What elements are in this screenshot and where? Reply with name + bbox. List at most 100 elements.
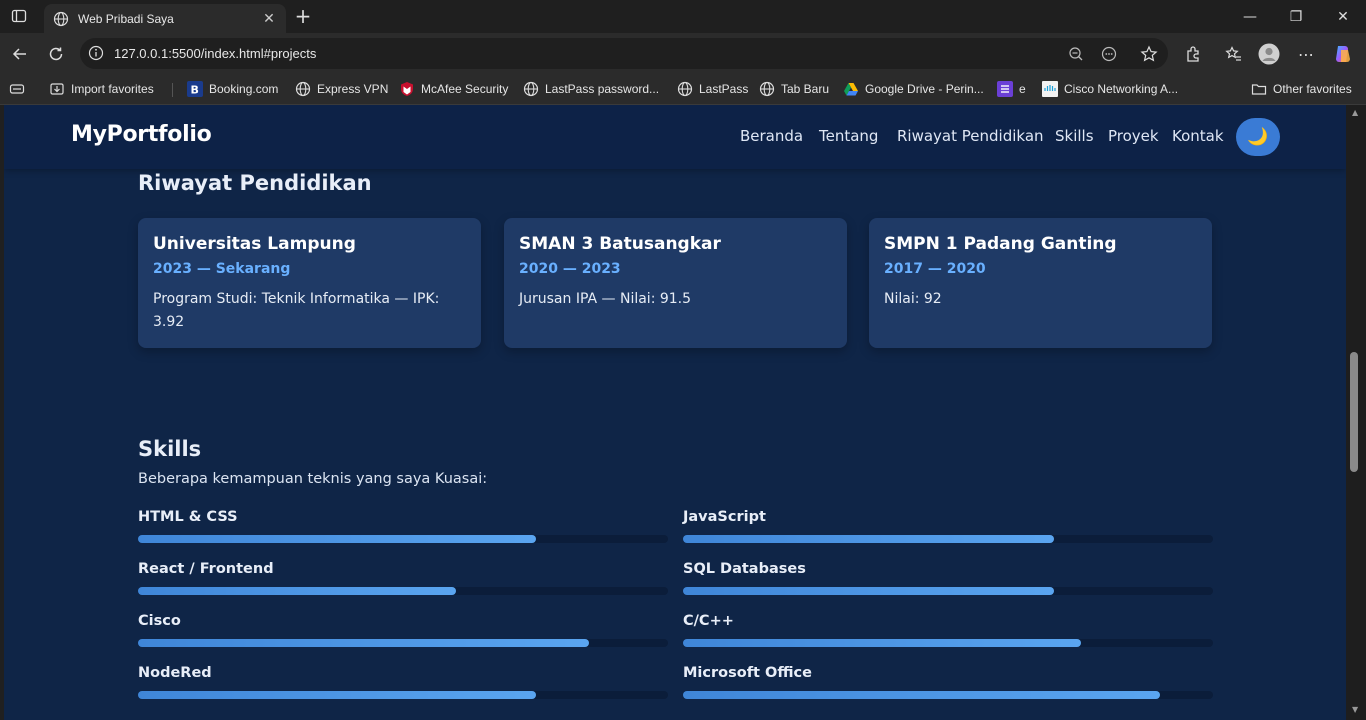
education-title: Riwayat Pendidikan — [138, 171, 372, 195]
extensions-icon[interactable] — [1182, 43, 1204, 65]
reading-mode-icon[interactable] — [1099, 44, 1119, 64]
restore-icon[interactable]: ❐ — [1273, 0, 1319, 33]
bookmark-e[interactable]: e — [997, 79, 1026, 99]
folder-icon — [1251, 81, 1267, 97]
school-description: Nilai: 92 — [884, 291, 942, 307]
skill-bar-track — [683, 691, 1213, 699]
skill-name: NodeRed — [138, 665, 212, 681]
back-arrow-icon[interactable] — [7, 41, 33, 67]
bookmark-mcafee[interactable]: McAfee Security — [399, 79, 508, 99]
skill-bar-fill — [683, 587, 1054, 595]
skill-bar-track — [138, 691, 668, 699]
nav-link-skills[interactable]: Skills — [1055, 127, 1094, 145]
tab-search-icon[interactable] — [9, 79, 25, 99]
skill-name: HTML & CSS — [138, 509, 238, 525]
skill-bar-fill — [683, 639, 1081, 647]
scroll-up-arrow-icon[interactable]: ▲ — [1352, 108, 1358, 117]
google-drive-icon — [843, 81, 859, 97]
web-page: MyPortfolio Beranda Tentang Riwayat Pend… — [4, 105, 1346, 720]
skill-bar-fill — [138, 587, 456, 595]
skill-name: C/C++ — [683, 613, 734, 629]
site-logo[interactable]: MyPortfolio — [71, 122, 212, 147]
school-years: 2020 — 2023 — [519, 261, 621, 277]
school-description: Jurusan IPA — Nilai: 91.5 — [519, 291, 692, 307]
bookmarks-bar: Import favorites B Booking.com Express V… — [0, 74, 1366, 105]
globe-icon — [53, 11, 69, 27]
school-description: Program Studi: Teknik Informatika — IPK:… — [153, 291, 440, 330]
svg-text:B: B — [191, 84, 199, 97]
booking-icon: B — [187, 81, 203, 97]
school-years: 2023 — Sekarang — [153, 261, 291, 277]
favorites-icon[interactable] — [1223, 43, 1245, 65]
favorite-star-icon[interactable] — [1139, 44, 1159, 64]
tab-actions-icon[interactable] — [9, 6, 29, 26]
browser-tab[interactable]: Web Pribadi Saya ✕ — [44, 4, 286, 33]
school-name: SMPN 1 Padang Ganting — [884, 234, 1117, 254]
minimize-icon[interactable]: — — [1227, 0, 1273, 33]
mcafee-icon — [399, 81, 415, 97]
skill-name: JavaScript — [683, 509, 766, 525]
skill-bar-track — [683, 535, 1213, 543]
skill-bar-fill — [138, 691, 536, 699]
globe-icon — [523, 81, 539, 97]
browser-toolbar: 127.0.0.1:5500/index.html#projects ⋯ — [0, 33, 1366, 74]
nav-link-tentang[interactable]: Tentang — [819, 127, 878, 145]
globe-icon — [295, 81, 311, 97]
profile-avatar-icon[interactable] — [1258, 43, 1280, 65]
scrollbar-thumb[interactable] — [1350, 352, 1358, 472]
skill-bar-track — [683, 587, 1213, 595]
address-bar[interactable]: 127.0.0.1:5500/index.html#projects — [80, 38, 1168, 69]
skill-bar-track — [138, 639, 668, 647]
school-name: SMAN 3 Batusangkar — [519, 234, 721, 254]
refresh-icon[interactable] — [43, 41, 69, 67]
nav-link-riwayat-pendidikan[interactable]: Riwayat Pendidikan — [897, 127, 1044, 145]
close-window-icon[interactable]: ✕ — [1320, 0, 1366, 33]
bookmark-cisco[interactable]: Cisco Networking A... — [1042, 79, 1178, 99]
skill-bar-fill — [138, 535, 536, 543]
bookmark-express-vpn[interactable]: Express VPN — [295, 79, 388, 99]
moon-icon: 🌙 — [1247, 127, 1269, 147]
nav-link-beranda[interactable]: Beranda — [740, 127, 803, 145]
scroll-down-arrow-icon[interactable]: ▼ — [1352, 705, 1358, 714]
skill-bar-fill — [683, 691, 1160, 699]
globe-icon — [759, 81, 775, 97]
bookmark-booking[interactable]: B Booking.com — [187, 79, 278, 99]
nav-link-proyek[interactable]: Proyek — [1108, 127, 1159, 145]
copilot-icon[interactable] — [1332, 43, 1354, 65]
bookmark-separator — [172, 83, 173, 97]
bookmark-import-favorites[interactable]: Import favorites — [49, 79, 154, 99]
skill-bar-track — [138, 587, 668, 595]
skill-bar-track — [683, 639, 1213, 647]
site-header: MyPortfolio Beranda Tentang Riwayat Pend… — [4, 105, 1346, 169]
url-text: 127.0.0.1:5500/index.html#projects — [114, 46, 317, 61]
bookmark-google-drive[interactable]: Google Drive - Perin... — [843, 79, 984, 99]
purple-app-icon — [997, 81, 1013, 97]
bookmark-lastpass-password[interactable]: LastPass password... — [523, 79, 659, 99]
skill-bar-track — [138, 535, 668, 543]
skill-name: SQL Databases — [683, 561, 806, 577]
close-tab-icon[interactable]: ✕ — [258, 8, 280, 30]
school-years: 2017 — 2020 — [884, 261, 986, 277]
nav-link-kontak[interactable]: Kontak — [1172, 127, 1224, 145]
skills-title: Skills — [138, 437, 202, 461]
school-name: Universitas Lampung — [153, 234, 356, 254]
import-icon — [49, 81, 65, 97]
cisco-icon — [1042, 81, 1058, 97]
site-info-icon[interactable] — [88, 45, 104, 61]
education-card: SMAN 3 Batusangkar 2020 — 2023 Jurusan I… — [504, 218, 847, 348]
other-favorites-folder[interactable]: Other favorites — [1251, 79, 1352, 99]
skill-bar-fill — [138, 639, 589, 647]
new-tab-button[interactable]: + — [292, 4, 314, 28]
more-options-icon[interactable]: ⋯ — [1295, 43, 1317, 65]
theme-toggle-button[interactable]: 🌙 — [1236, 118, 1280, 156]
skills-subtitle: Beberapa kemampuan teknis yang saya Kuas… — [138, 471, 488, 487]
bookmark-tab-baru[interactable]: Tab Baru — [759, 79, 829, 99]
globe-icon — [677, 81, 693, 97]
skill-bar-fill — [683, 535, 1054, 543]
skill-name: Microsoft Office — [683, 665, 812, 681]
bookmark-lastpass[interactable]: LastPass — [677, 79, 748, 99]
zoom-icon[interactable] — [1066, 44, 1086, 64]
education-card: Universitas Lampung 2023 — Sekarang Prog… — [138, 218, 481, 348]
education-card: SMPN 1 Padang Ganting 2017 — 2020 Nilai:… — [869, 218, 1212, 348]
browser-titlebar: Web Pribadi Saya ✕ + — ❐ ✕ — [0, 0, 1366, 33]
